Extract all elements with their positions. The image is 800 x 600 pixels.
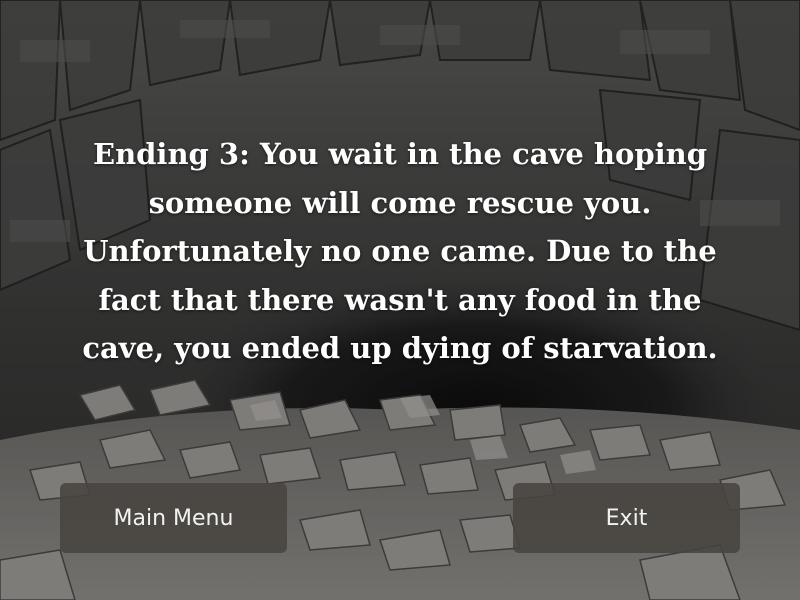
ending-story-text: Ending 3: You wait in the cave hoping so… bbox=[82, 137, 718, 365]
main-menu-button[interactable]: Main Menu bbox=[60, 483, 287, 553]
exit-button[interactable]: Exit bbox=[513, 483, 740, 553]
